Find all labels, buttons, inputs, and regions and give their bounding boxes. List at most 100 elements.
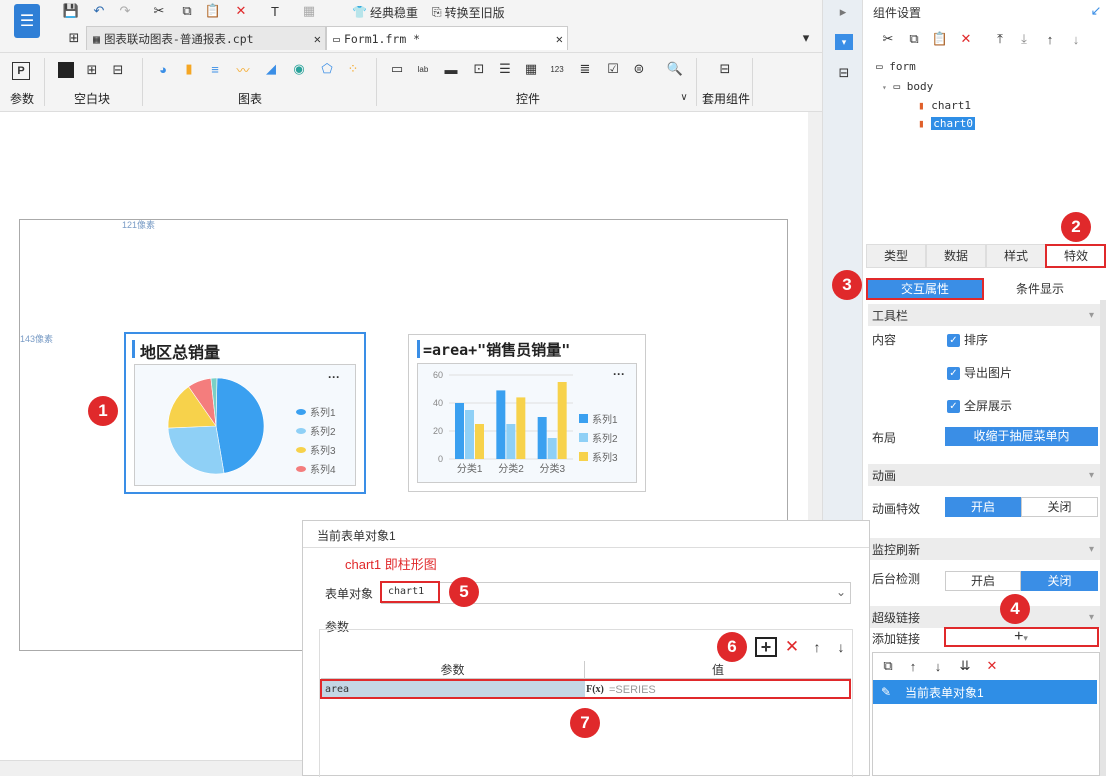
move-up-icon[interactable]: ↑ bbox=[1041, 30, 1059, 48]
radio-group-widget-icon[interactable]: ⊜ bbox=[630, 60, 648, 78]
copy-icon[interactable]: ⧉ bbox=[178, 2, 196, 20]
bg-on-button[interactable]: 开启 bbox=[945, 571, 1021, 591]
section-toolbar[interactable]: 工具栏 ▾ bbox=[868, 304, 1100, 326]
chart0-more-icon[interactable]: ··· bbox=[328, 370, 340, 384]
panel-cut-icon[interactable]: ✂ bbox=[879, 30, 897, 48]
area-chart-icon[interactable]: ◢ bbox=[262, 60, 280, 78]
image-icon[interactable]: ▦ bbox=[300, 2, 318, 20]
convert-old-button[interactable]: ⎘ 转换至旧版 bbox=[432, 3, 505, 21]
tab-menu-icon[interactable]: ▾ bbox=[798, 30, 814, 46]
expand-right-icon[interactable]: ▸ bbox=[835, 4, 851, 20]
label-widget-icon[interactable]: lab bbox=[414, 60, 432, 78]
checkbox-checked-icon[interactable]: ✓ bbox=[947, 334, 960, 348]
scatter-chart-icon[interactable]: ⁘ bbox=[344, 60, 362, 78]
number-widget-icon[interactable]: 123 bbox=[548, 60, 566, 78]
link-down-icon[interactable]: ↓ bbox=[930, 658, 946, 674]
tab-type[interactable]: 类型 bbox=[866, 244, 926, 268]
radar-chart-icon[interactable]: ⬠ bbox=[318, 60, 336, 78]
tree-toggle-icon[interactable]: ▾ bbox=[882, 83, 887, 92]
check-fullscreen[interactable]: ✓ 全屏展示 bbox=[947, 397, 1012, 414]
tree-form[interactable]: ▭ form bbox=[876, 60, 916, 73]
remove-param-icon[interactable]: ✕ bbox=[783, 637, 801, 657]
checkbox-checked-icon[interactable]: ✓ bbox=[947, 367, 960, 381]
close-icon[interactable]: ✕ bbox=[556, 32, 563, 46]
undo-icon[interactable]: ↶ bbox=[90, 2, 108, 20]
search-widget-icon[interactable]: 🔍 bbox=[666, 60, 684, 78]
collapse-icon[interactable]: ↙ bbox=[1089, 3, 1103, 18]
check-export[interactable]: ✓ 导出图片 bbox=[947, 364, 1012, 381]
chart1-more-icon[interactable]: ··· bbox=[613, 367, 625, 381]
dropdown-arrow-icon[interactable]: ⌄ bbox=[836, 585, 846, 599]
tab-frm[interactable]: ▭ Form1.frm * ✕ bbox=[326, 26, 568, 50]
hbar-chart-icon[interactable]: ≡ bbox=[206, 60, 224, 78]
link-list-item[interactable]: ✎ 当前表单对象1 bbox=[873, 680, 1097, 704]
text-format-icon[interactable]: T bbox=[266, 2, 284, 20]
classic-theme-button[interactable]: 👕 经典稳重 bbox=[352, 3, 418, 21]
collapse-arrow-icon[interactable]: ▾ bbox=[1089, 612, 1094, 623]
section-monitor[interactable]: 监控刷新 ▾ bbox=[868, 538, 1100, 560]
check-sort[interactable]: ✓ 排序 bbox=[947, 331, 988, 348]
checkbox-checked-icon[interactable]: ✓ bbox=[947, 400, 960, 414]
redo-icon[interactable]: ↷ bbox=[116, 2, 134, 20]
paste-icon[interactable]: 📋 bbox=[204, 2, 222, 20]
chart1-widget[interactable]: =area+"销售员销量" ··· 60 40 20 0 分类1 分类2 分类3 系列1 系列… bbox=[408, 334, 646, 492]
date-widget-icon[interactable]: ▦ bbox=[522, 60, 540, 78]
properties-scrollbar[interactable] bbox=[1100, 300, 1106, 776]
button-widget-icon[interactable]: ▬ bbox=[442, 60, 460, 78]
blank-block-icon-3[interactable]: ⊟ bbox=[110, 62, 126, 78]
panel-copy-icon[interactable]: ⧉ bbox=[905, 30, 923, 48]
section-animation[interactable]: 动画 ▾ bbox=[868, 464, 1100, 486]
link-sort-icon[interactable]: ⇊ bbox=[956, 658, 974, 674]
tree-chart1[interactable]: ▮ chart1 bbox=[918, 99, 971, 112]
checkbox-group-widget-icon[interactable]: ☑ bbox=[604, 60, 622, 78]
link-up-icon[interactable]: ↑ bbox=[905, 658, 921, 674]
param-up-icon[interactable]: ↑ bbox=[809, 637, 825, 657]
text-box-widget-icon[interactable]: ▭ bbox=[388, 60, 406, 78]
anim-off-button[interactable]: 关闭 bbox=[1021, 497, 1098, 517]
line-chart-icon[interactable]: 〰 bbox=[234, 60, 252, 78]
pie-chart-icon[interactable]: ◕ bbox=[154, 60, 172, 78]
bg-off-button[interactable]: 关闭 bbox=[1021, 571, 1098, 591]
suite-widget-icon[interactable]: ⊟ bbox=[716, 60, 734, 78]
param-down-icon[interactable]: ↓ bbox=[833, 637, 849, 657]
layout-select[interactable]: 收缩于抽屉菜单内 bbox=[945, 427, 1098, 446]
tree-chart0[interactable]: ▮ chart0 bbox=[918, 117, 975, 130]
edit-pencil-icon[interactable]: ✎ bbox=[873, 685, 899, 699]
link-copy-icon[interactable]: ⧉ bbox=[880, 658, 896, 674]
gauge-chart-icon[interactable]: ◉ bbox=[290, 60, 308, 78]
bar-chart-icon[interactable]: ▮ bbox=[180, 60, 198, 78]
tab-cpt[interactable]: ▦ 图表联动图表-普通报表.cpt ✕ bbox=[86, 26, 326, 50]
subtab-condition[interactable]: 条件显示 bbox=[984, 278, 1096, 300]
anim-on-button[interactable]: 开启 bbox=[945, 497, 1021, 517]
move-down-icon[interactable]: ↓ bbox=[1067, 30, 1085, 48]
link-delete-icon[interactable]: ✕ bbox=[984, 658, 1000, 674]
chart0-widget[interactable]: 地区总销量 ··· 系列1 系列2 系列3 系列4 bbox=[124, 332, 366, 494]
collapse-arrow-icon[interactable]: ▾ bbox=[1089, 544, 1094, 555]
panel-paste-icon[interactable]: 📋 bbox=[931, 30, 949, 48]
section-hyperlink[interactable]: 超级链接 ▾ bbox=[868, 606, 1100, 628]
combo-widget-icon[interactable]: ⊡ bbox=[470, 60, 488, 78]
tree-body[interactable]: ▾ ▭ body bbox=[882, 80, 933, 93]
delete-icon[interactable]: ✕ bbox=[232, 2, 250, 20]
layout-panel-icon[interactable]: ⊟ bbox=[835, 64, 853, 82]
add-param-button[interactable]: + bbox=[755, 637, 777, 657]
widget-panel-icon[interactable]: ▾ bbox=[835, 34, 853, 50]
tab-data[interactable]: 数据 bbox=[926, 244, 986, 268]
move-top-icon[interactable]: ⤒ bbox=[991, 30, 1009, 48]
grid-icon[interactable]: ⊞ bbox=[66, 30, 82, 46]
cut-icon[interactable]: ✂ bbox=[150, 2, 168, 20]
textarea-widget-icon[interactable]: ≣ bbox=[576, 60, 594, 78]
param-icon[interactable]: P bbox=[12, 62, 30, 80]
tab-style[interactable]: 样式 bbox=[986, 244, 1046, 268]
list-widget-icon[interactable]: ☰ bbox=[496, 60, 514, 78]
save-icon[interactable]: 💾 bbox=[62, 2, 80, 20]
close-icon[interactable]: ✕ bbox=[314, 32, 321, 46]
collapse-arrow-icon[interactable]: ▾ bbox=[1089, 310, 1094, 321]
collapse-arrow-icon[interactable]: ▾ bbox=[1089, 470, 1094, 481]
app-logo-icon[interactable]: ☰ bbox=[14, 4, 40, 38]
blank-block-icon-1[interactable] bbox=[58, 62, 74, 78]
panel-delete-icon[interactable]: ✕ bbox=[957, 30, 975, 48]
blank-block-icon-2[interactable]: ⊞ bbox=[84, 62, 100, 78]
move-bottom-icon[interactable]: ⤓ bbox=[1015, 30, 1033, 48]
widget-expand-icon[interactable]: ∨ bbox=[678, 91, 690, 103]
